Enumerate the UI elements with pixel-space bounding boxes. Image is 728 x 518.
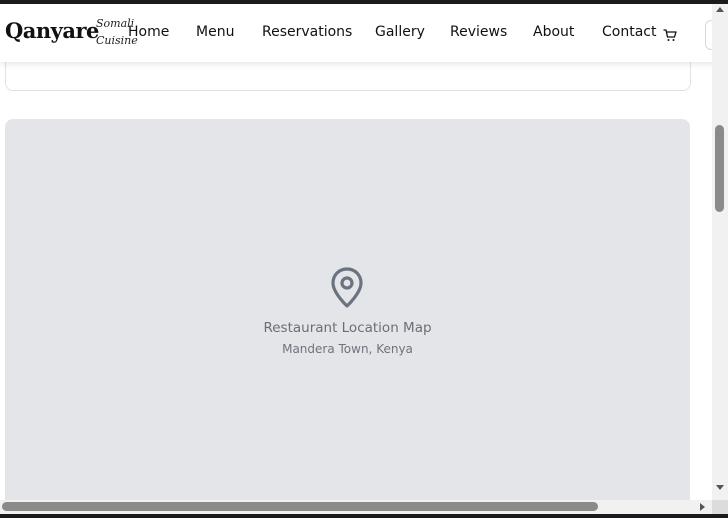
nav-item-gallery[interactable]: Gallery [375, 24, 425, 40]
map-pin-icon [331, 267, 363, 308]
map-subtitle: Mandera Town, Kenya [282, 342, 413, 356]
nav-item-home[interactable]: Home [128, 24, 169, 40]
cart-icon[interactable] [663, 28, 677, 42]
brand-name: Qanyare [5, 18, 99, 43]
nav-action-button[interactable] [705, 20, 712, 50]
top-navbar: Qanyare Somali Cuisine Home Menu Reserva… [0, 4, 712, 62]
nav-item-reservations[interactable]: Reservations [262, 24, 352, 40]
nav-item-reviews[interactable]: Reviews [450, 24, 507, 40]
nav-item-contact[interactable]: Contact [602, 24, 656, 40]
scroll-down-arrow-icon[interactable] [716, 485, 724, 490]
horizontal-scrollbar-thumb[interactable] [2, 502, 598, 511]
scroll-up-arrow-icon[interactable] [716, 7, 724, 12]
map-title: Restaurant Location Map [263, 320, 432, 336]
scrollbar-corner [712, 500, 728, 514]
location-map[interactable]: Restaurant Location Map Mandera Town, Ke… [5, 119, 690, 500]
horizontal-scrollbar[interactable] [0, 500, 712, 514]
nav-item-menu[interactable]: Menu [196, 24, 234, 40]
page-viewport: Restaurant Location Map Mandera Town, Ke… [0, 4, 712, 500]
vertical-scrollbar-thumb[interactable] [715, 125, 724, 212]
nav-item-about[interactable]: About [533, 24, 574, 40]
vertical-scrollbar[interactable] [712, 4, 728, 500]
window-bottom-edge [0, 514, 728, 518]
scroll-right-arrow-icon[interactable] [700, 503, 705, 511]
